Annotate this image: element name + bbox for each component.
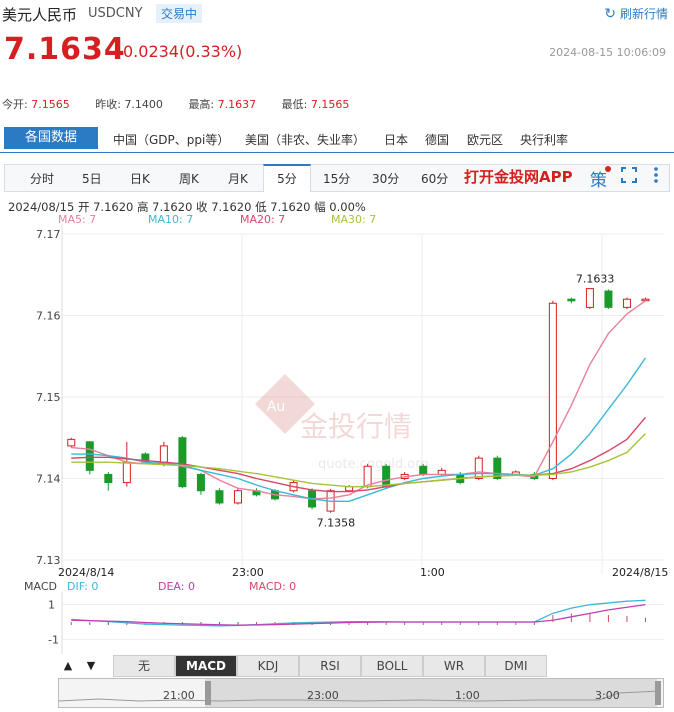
trading-status-badge: 交易中 bbox=[156, 4, 203, 23]
stat-high-value: 7.1637 bbox=[217, 98, 257, 111]
candle[interactable] bbox=[159, 445, 168, 463]
indicator-tab-boll[interactable]: BOLL bbox=[361, 655, 423, 677]
macd-y-tick: -1 bbox=[48, 633, 59, 646]
candle[interactable] bbox=[196, 473, 205, 492]
watermark-title: 金投行情 bbox=[300, 410, 412, 443]
notification-dot-icon bbox=[605, 166, 611, 172]
quote-timestamp: 2024-08-15 10:06:09 bbox=[549, 46, 666, 59]
stat-prev-close-label: 昨收: bbox=[95, 98, 121, 111]
price-annotation: 7.1633 bbox=[576, 273, 615, 286]
candle[interactable] bbox=[604, 290, 613, 308]
indicator-tab-wr[interactable]: WR bbox=[423, 655, 485, 677]
y-tick-label: 7.14 bbox=[36, 473, 61, 486]
period-30min[interactable]: 30分 bbox=[372, 170, 399, 187]
candle[interactable] bbox=[178, 437, 187, 488]
candle[interactable] bbox=[474, 457, 483, 479]
refresh-icon: ↻ bbox=[604, 6, 616, 22]
macd-dea-line bbox=[71, 604, 646, 626]
candle[interactable] bbox=[585, 288, 594, 308]
x-tick-label: 23:00 bbox=[232, 566, 264, 579]
period-5day[interactable]: 5日 bbox=[82, 170, 102, 187]
refresh-label: 刷新行情 bbox=[619, 7, 668, 21]
candle[interactable] bbox=[419, 465, 428, 475]
indicator-tab-rsi[interactable]: RSI bbox=[299, 655, 361, 677]
current-price: 7.1634 bbox=[4, 32, 126, 67]
stat-open-label: 今开: bbox=[2, 98, 28, 111]
stat-prev-close-value: 7.1400 bbox=[124, 98, 163, 111]
y-tick-label: 7.15 bbox=[36, 391, 61, 404]
nav-label-0100: 1:00 bbox=[455, 689, 480, 702]
candle[interactable] bbox=[122, 461, 131, 484]
fullscreen-icon[interactable] bbox=[621, 167, 637, 183]
stat-low-label: 最低: bbox=[281, 98, 308, 111]
scroll-down-button[interactable]: ▼ bbox=[82, 656, 100, 676]
period-timeshare[interactable]: 分时 bbox=[30, 170, 54, 187]
candle[interactable] bbox=[85, 441, 94, 471]
indicator-tab-macd[interactable]: MACD bbox=[175, 655, 237, 677]
candle[interactable] bbox=[548, 302, 557, 480]
strategy-icon[interactable]: 策 bbox=[590, 166, 611, 191]
candle[interactable] bbox=[567, 298, 576, 302]
x-tick-label: 1:00 bbox=[420, 566, 445, 579]
candle[interactable] bbox=[622, 298, 631, 308]
watermark-logo-text: Au bbox=[267, 399, 285, 415]
tabs-divider bbox=[0, 152, 674, 153]
range-navigator[interactable]: 21:00 23:00 1:00 3:00 bbox=[58, 678, 664, 708]
indicator-tab-kdj[interactable]: KDJ bbox=[237, 655, 299, 677]
candle[interactable] bbox=[104, 473, 113, 484]
stat-low-value: 7.1565 bbox=[310, 98, 350, 111]
candle[interactable] bbox=[382, 465, 391, 488]
nav-label-0300: 3:00 bbox=[595, 689, 620, 702]
nav-label-2300: 23:00 bbox=[307, 689, 339, 702]
y-tick-label: 7.13 bbox=[36, 554, 61, 567]
macd-chart[interactable]: 1 -1 bbox=[0, 592, 674, 654]
stat-high-label: 最高: bbox=[188, 98, 215, 111]
tab-china[interactable]: 中国（GDP、ppi等） bbox=[113, 131, 229, 148]
stat-open-value: 7.1565 bbox=[31, 98, 70, 111]
x-tick-label: 2024/8/15 bbox=[612, 566, 668, 579]
indicator-tab-none[interactable]: 无 bbox=[113, 655, 175, 677]
candle[interactable] bbox=[67, 438, 76, 447]
open-app-link[interactable]: 打开金投网APP bbox=[464, 166, 573, 187]
price-annotation: 7.1358 bbox=[317, 517, 356, 530]
strategy-icon-glyph: 策 bbox=[590, 171, 607, 191]
period-60min[interactable]: 60分 bbox=[421, 170, 448, 187]
tab-usa[interactable]: 美国（非农、失业率） bbox=[245, 131, 365, 148]
watermark: Au 金投行情 quote.cngold.org bbox=[255, 374, 429, 472]
period-weekly-k[interactable]: 周K bbox=[179, 170, 199, 187]
period-monthly-k[interactable]: 月K bbox=[228, 170, 248, 187]
instrument-name: 美元人民币 bbox=[2, 6, 78, 24]
nav-label-2100: 21:00 bbox=[163, 689, 195, 702]
indicator-tab-dmi[interactable]: DMI bbox=[485, 655, 547, 677]
candle[interactable] bbox=[641, 298, 650, 302]
candle[interactable] bbox=[233, 490, 242, 504]
x-tick-label: 2024/8/14 bbox=[58, 566, 114, 579]
tab-germany[interactable]: 德国 bbox=[425, 131, 449, 148]
y-tick-label: 7.16 bbox=[36, 310, 61, 323]
tab-central-bank-rates[interactable]: 央行利率 bbox=[520, 131, 568, 148]
tab-country-data[interactable]: 各国数据 bbox=[4, 127, 98, 149]
candle[interactable] bbox=[363, 465, 372, 488]
refresh-button[interactable]: ↻ 刷新行情 bbox=[604, 5, 668, 22]
watermark-url: quote.cngold.org bbox=[318, 457, 429, 472]
more-menu-icon[interactable] bbox=[651, 166, 661, 184]
candlestick-chart[interactable]: 7.17 7.16 7.15 7.14 7.13 Au 金投行情 quote.cngold.o… bbox=[0, 224, 674, 584]
price-change: 0.0234(0.33%) bbox=[123, 42, 243, 61]
instrument-code: USDCNY bbox=[88, 6, 143, 21]
tab-eurozone[interactable]: 欧元区 bbox=[467, 131, 503, 148]
tab-japan[interactable]: 日本 bbox=[384, 131, 408, 148]
stats-row: 今开: 7.1565 昨收: 7.1400 最高: 7.1637 最低: 7.1… bbox=[2, 96, 371, 112]
macd-y-tick: 1 bbox=[48, 599, 55, 612]
candle[interactable] bbox=[215, 490, 224, 504]
period-5min[interactable]: 5分 bbox=[263, 164, 311, 192]
y-tick-label: 7.17 bbox=[36, 228, 61, 241]
period-15min[interactable]: 15分 bbox=[323, 170, 350, 187]
period-daily-k[interactable]: 日K bbox=[130, 170, 150, 187]
scroll-up-button[interactable]: ▲ bbox=[59, 656, 77, 676]
